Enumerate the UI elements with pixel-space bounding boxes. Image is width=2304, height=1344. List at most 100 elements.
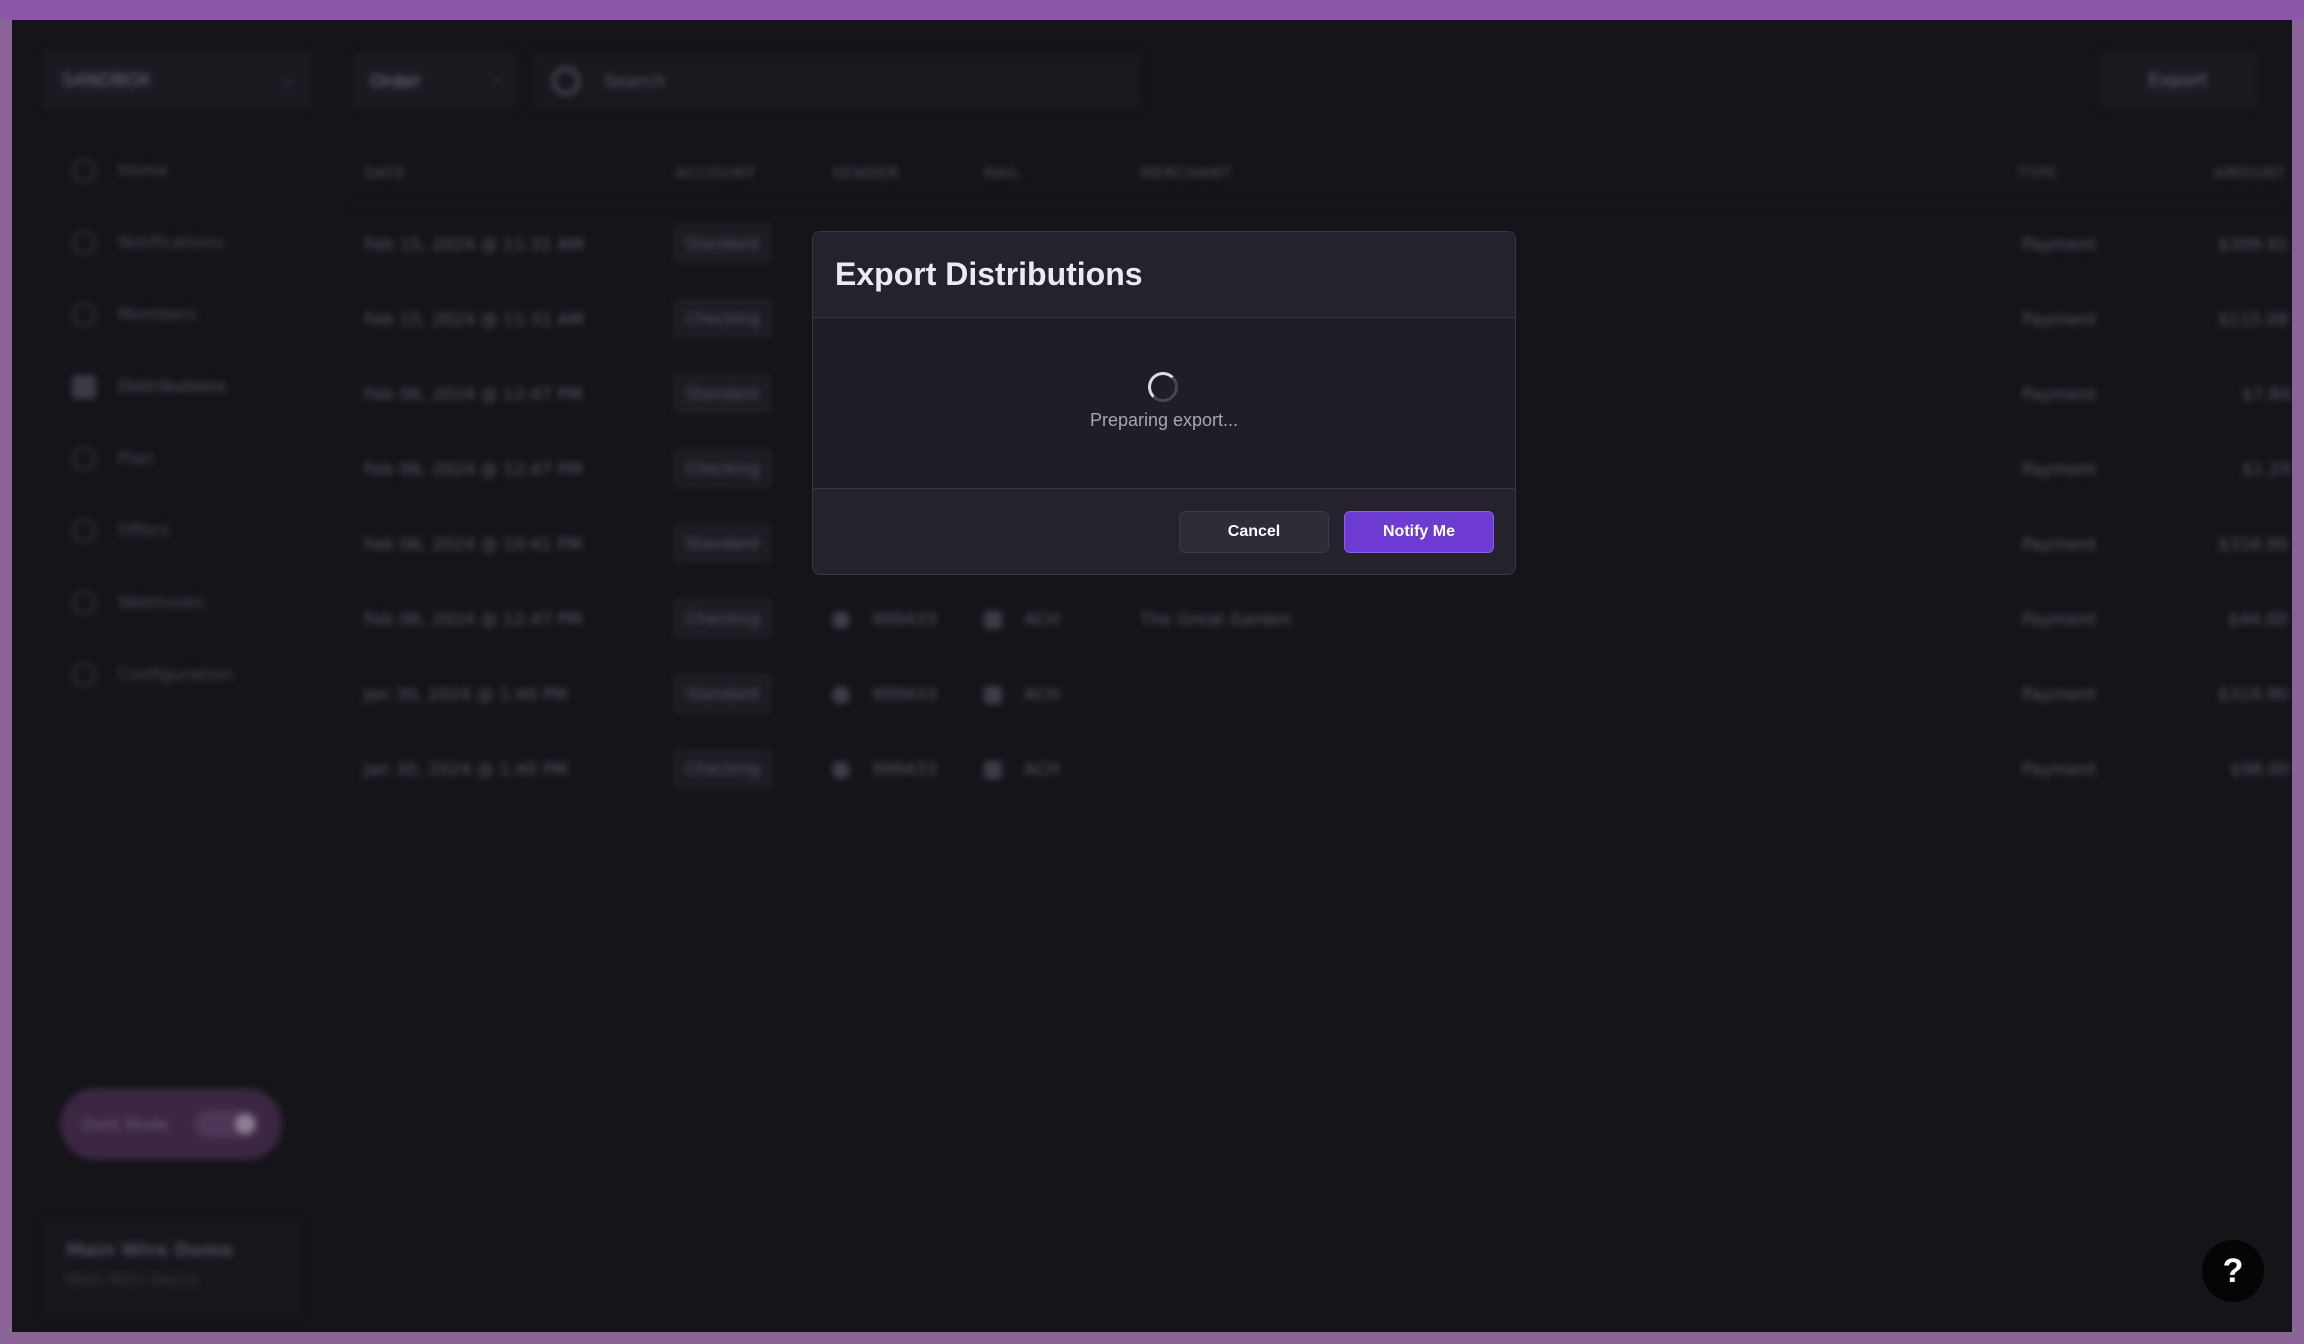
account-badge: Standard [675, 675, 770, 712]
cell-type: Payment [2022, 685, 2097, 705]
cell-type: Payment [2022, 310, 2097, 330]
column-header-account[interactable]: ACCOUNT [675, 164, 756, 182]
cell-amount: $98.00 [2230, 760, 2290, 780]
configuration-icon [72, 663, 96, 687]
loading-text: Preparing export... [1089, 410, 1239, 430]
account-badge: Standard [675, 225, 770, 262]
user-subtitle: Main Wire Demo [66, 1270, 198, 1289]
table-header: DATE ACCOUNT SENDER RAIL MERCHANT TYPE A… [352, 140, 2285, 207]
cell-date: Feb 15, 2024 @ 11:31 AM [364, 310, 584, 330]
search-icon [552, 67, 580, 95]
bank-icon [984, 761, 1002, 779]
bank-icon [984, 686, 1002, 704]
cell-amount: $316.00 [2218, 535, 2289, 555]
cell-rail: ACH [984, 685, 1060, 705]
export-modal: Export Distributions Preparing export...… [812, 231, 1516, 575]
offers-icon [72, 519, 96, 543]
order-select-label: Order [370, 70, 422, 92]
cell-amount: $7.84 [2242, 385, 2291, 405]
distributions-icon [72, 375, 96, 399]
modal-body: Preparing export... [813, 318, 1515, 489]
column-header-date[interactable]: DATE [364, 164, 407, 182]
sidebar-item-label: Plan [118, 449, 155, 469]
cell-date: Feb 06, 2024 @ 10:41 PM [364, 535, 583, 555]
members-icon [72, 303, 96, 327]
cell-date: Jan 30, 2024 @ 1:40 PM [364, 760, 568, 780]
loading-spinner-icon [1148, 372, 1178, 402]
table-row[interactable]: Jan 30, 2024 @ 1:40 PM Standard 999433 A… [352, 657, 2288, 732]
cancel-button[interactable]: Cancel [1179, 511, 1329, 553]
account-badge: Checking [675, 600, 771, 637]
sidebar-item-notifications[interactable]: Notifications [72, 207, 292, 279]
cell-amount: $44.00 [2228, 610, 2288, 630]
help-button[interactable]: ? [2202, 1240, 2264, 1302]
cell-type: Payment [2022, 535, 2097, 555]
cell-type: Payment [2022, 760, 2097, 780]
search-input[interactable]: Search [532, 52, 1142, 110]
column-header-merchant[interactable]: MERCHANT [1140, 164, 1233, 182]
modal-header: Export Distributions [813, 232, 1515, 318]
modal-footer: Cancel Notify Me [813, 489, 1515, 574]
sidebar-nav: Home Notifications Members Distributions… [72, 135, 292, 711]
cell-amount: $115.08 [2218, 310, 2289, 330]
sidebar-item-label: Configuration [118, 665, 234, 685]
sender-icon [832, 611, 850, 629]
workspace-select-label: SANDBOX [62, 69, 151, 91]
account-badge: Checking [675, 300, 771, 337]
cell-date: Feb 15, 2024 @ 11:31 AM [364, 235, 584, 255]
sidebar-item-label: Webhooks [118, 593, 206, 613]
plan-icon [72, 447, 96, 471]
cell-sender: 999433 [832, 685, 937, 705]
table-row[interactable]: Feb 06, 2024 @ 12:47 PM Checking 999433 … [352, 582, 2287, 657]
home-icon [72, 159, 96, 183]
notify-me-button[interactable]: Notify Me [1344, 511, 1494, 553]
cell-date: Feb 06, 2024 @ 12:47 PM [364, 460, 583, 480]
sidebar-item-home[interactable]: Home [72, 135, 292, 207]
user-name: Main Wire Demo [66, 1240, 233, 1261]
sidebar-item-plan[interactable]: Plan [72, 423, 292, 495]
sidebar-item-label: Distributions [118, 377, 227, 397]
bank-icon [984, 611, 1002, 629]
cell-type: Payment [2022, 610, 2097, 630]
column-header-type[interactable]: TYPE [2017, 164, 2058, 182]
sidebar-item-configuration[interactable]: Configuration [72, 639, 292, 711]
sender-icon [832, 761, 850, 779]
sidebar-item-members[interactable]: Members [72, 279, 292, 351]
cell-type: Payment [2022, 235, 2097, 255]
column-header-amount[interactable]: AMOUNT [2214, 164, 2286, 182]
cell-merchant: The Great Garden [1140, 610, 1293, 630]
blurred-background: SANDBOX ⌄ Order ⌄ Search Export Home Not… [12, 20, 2292, 1332]
cell-rail: ACH [984, 610, 1060, 630]
sidebar-item-distributions[interactable]: Distributions [72, 351, 292, 423]
app-window: SANDBOX ⌄ Order ⌄ Search Export Home Not… [12, 20, 2292, 1332]
window-top-border [0, 0, 2304, 20]
dark-mode-label: Dark Mode [82, 1114, 169, 1134]
sidebar-item-label: Notifications [118, 233, 225, 253]
user-card[interactable]: Main Wire Demo Main Wire Demo [42, 1218, 302, 1318]
sidebar-item-label: Offers [118, 521, 170, 541]
modal-title: Export Distributions [835, 256, 1143, 292]
column-header-rail[interactable]: RAIL [984, 164, 1021, 182]
workspace-select[interactable]: SANDBOX ⌄ [42, 50, 312, 110]
export-button[interactable]: Export [2098, 52, 2258, 108]
account-badge: Standard [675, 525, 770, 562]
order-select[interactable]: Order ⌄ [352, 52, 517, 110]
bell-icon [72, 231, 96, 255]
sidebar-item-label: Members [118, 305, 197, 325]
cell-type: Payment [2022, 385, 2097, 405]
sidebar-item-offers[interactable]: Offers [72, 495, 292, 567]
cell-amount: $1.29 [2242, 460, 2291, 480]
dark-mode-toggle[interactable]: Dark Mode [60, 1088, 282, 1160]
column-header-sender[interactable]: SENDER [832, 164, 900, 182]
toggle-track [195, 1110, 259, 1138]
cell-date: Feb 06, 2024 @ 12:47 PM [364, 610, 583, 630]
cell-amount: $319.90 [2218, 685, 2289, 705]
cell-amount: $309.91 [2218, 235, 2289, 255]
sidebar-item-webhooks[interactable]: Webhooks [72, 567, 292, 639]
cell-date: Feb 06, 2024 @ 12:47 PM [364, 385, 583, 405]
table-row[interactable]: Jan 30, 2024 @ 1:40 PM Checking 999433 A… [352, 732, 2289, 807]
question-mark-icon: ? [2222, 1251, 2244, 1290]
sidebar-item-label: Home [118, 161, 169, 181]
sender-icon [832, 686, 850, 704]
cell-sender: 999433 [832, 610, 937, 630]
